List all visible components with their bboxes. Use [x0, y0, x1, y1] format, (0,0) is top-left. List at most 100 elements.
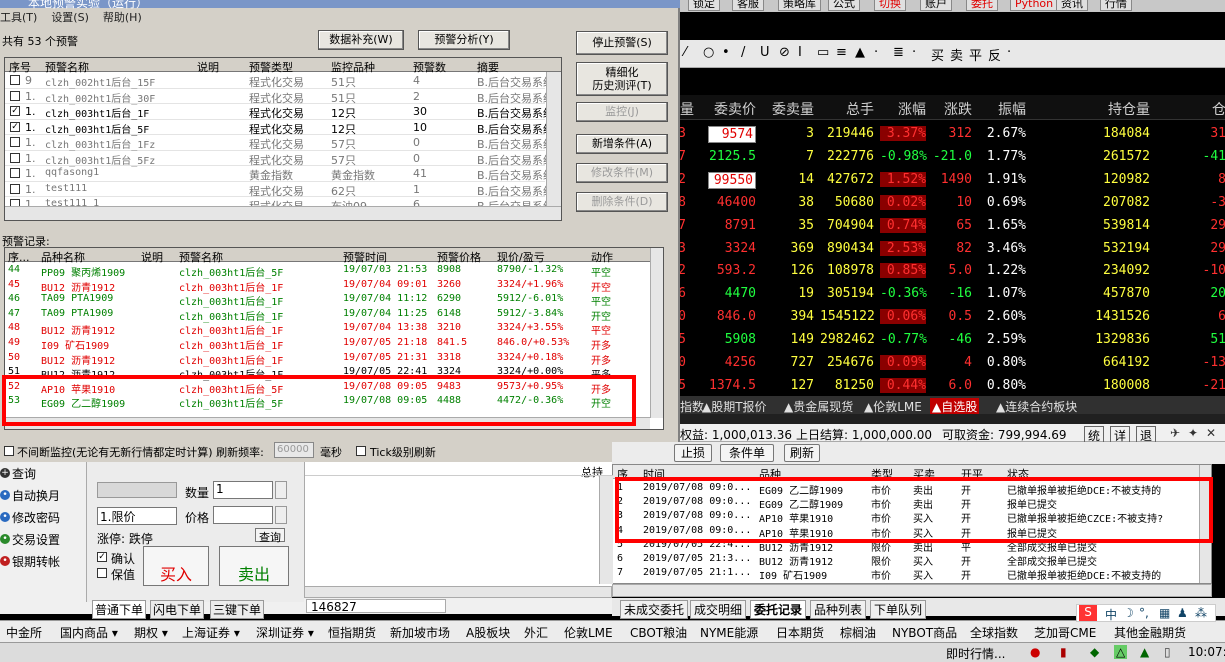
market-tab[interactable]: 恒指期货	[328, 624, 376, 641]
alert-enable-checkbox[interactable]	[10, 168, 20, 178]
top-toolbar-button[interactable]: 委托	[966, 0, 998, 11]
record-row[interactable]: 48 BU12 沥青1912 clzh_003ht1后台_1F 19/07/04 13…	[5, 321, 650, 337]
market-tab[interactable]: NYME能源	[700, 624, 758, 641]
quote-row[interactable]: 0 846.0 394 1545122 0.06% 0.5 2.60% 1431526 6	[680, 305, 1225, 328]
market-tab[interactable]: 国内商品 ▾	[60, 624, 118, 641]
left-nav-item[interactable]: + 查询	[0, 465, 86, 487]
quote-col-header[interactable]: 涨幅	[880, 99, 926, 119]
left-nav-item[interactable]: • 银期转帐	[0, 553, 86, 575]
refresh-button[interactable]: 刷新	[784, 444, 820, 462]
drawing-tool-icon[interactable]: ·	[1007, 45, 1011, 60]
top-toolbar-button[interactable]: Python	[1010, 0, 1059, 11]
drawing-tool-icon[interactable]: 卖	[950, 45, 963, 64]
price-input[interactable]	[213, 506, 273, 524]
record-row[interactable]: 49 I09 矿石1909 clzh_003ht1后台_1F 19/07/05 21:…	[5, 336, 650, 352]
ime-keyboard-icon[interactable]: ▦	[1159, 606, 1170, 620]
quote-row[interactable]: 5 1374.5 127 81250 0.44% 6.0 0.80% 180008 -21	[680, 374, 1225, 397]
market-tab[interactable]: NYBOT商品	[892, 624, 957, 641]
continuous-monitor-checkbox[interactable]	[4, 446, 14, 456]
buy-button[interactable]: 买入	[143, 546, 209, 586]
alert-enable-checkbox[interactable]: ✓	[10, 106, 20, 116]
ime-chinese-icon[interactable]: 中	[1105, 606, 1117, 623]
alert-enable-checkbox[interactable]	[10, 137, 20, 147]
position-scrollbar[interactable]	[599, 476, 613, 584]
record-row[interactable]: 50 BU12 沥青1912 clzh_003ht1后台_1F 19/07/05 21…	[5, 351, 650, 367]
order-tab[interactable]: 委托记录	[750, 600, 807, 619]
alert-enable-checkbox[interactable]: ✓	[10, 121, 20, 132]
record-icon[interactable]: ●	[1030, 645, 1040, 659]
market-tab[interactable]: 外汇	[524, 624, 548, 641]
order-type-tab[interactable]: 三键下单	[210, 600, 265, 619]
drawing-tool-icon[interactable]: ≡	[836, 45, 847, 60]
query-price-button[interactable]: 查询	[255, 528, 285, 544]
alert-list-row[interactable]: 1. qqfasong1 黄金指数 黄金指数 41 B.后台交易系统	[5, 166, 554, 182]
ime-grid-icon[interactable]: ⁂	[1195, 606, 1207, 620]
signal-icon[interactable]: ▲	[1140, 645, 1149, 659]
record-row[interactable]: 47 TA09 PTA1909 clzh_003ht1后台_1F 19/07/04 1…	[5, 307, 650, 323]
alert-list-row[interactable]: 9 clzh_002ht1后台_15F 程式化交易 51只 4 B.后台交易系统	[5, 73, 554, 89]
monitor-button[interactable]: 监控(J)	[576, 102, 668, 122]
top-toolbar-button[interactable]: 行情	[1100, 0, 1132, 11]
top-toolbar-button[interactable]: 策略库	[778, 0, 821, 11]
add-condition-button[interactable]: 新增条件(A)	[576, 134, 668, 154]
market-tab[interactable]: 中金所	[6, 624, 42, 641]
alert-list-row[interactable]: 1. clzh_003ht1后台_5Fz 程式化交易 57只 0 B.后台交易系统	[5, 151, 554, 167]
alert-list-row[interactable]: ✓ 1. clzh_003ht1后台_1F 程式化交易 12只 30 B.后台交易系统	[5, 104, 554, 120]
drawing-tool-icon[interactable]: Ⅰ	[798, 45, 802, 60]
alert-enable-checkbox[interactable]	[10, 75, 20, 85]
market-tab[interactable]: 新加坡市场	[390, 624, 450, 641]
order-row[interactable]: 6 2019/07/05 21:3... BU12 沥青1912 限价 买入开全部成交报…	[613, 552, 1211, 568]
drawing-tool-icon[interactable]: ·	[912, 45, 916, 60]
conditional-order-button[interactable]: 条件单	[720, 444, 774, 462]
alert-list-hscrollbar[interactable]	[5, 206, 561, 220]
order-hscrollbar[interactable]	[612, 584, 1212, 597]
left-nav-item[interactable]: • 修改密码	[0, 509, 86, 531]
quote-row[interactable]: 7 2125.5 7 222776 -0.98% -21.0 1.77% 261572 -41	[680, 145, 1225, 168]
drawing-tool-icon[interactable]: /	[741, 45, 745, 60]
market-tab[interactable]: 芝加哥CME	[1034, 624, 1096, 641]
quote-col-header[interactable]: 量	[680, 99, 694, 119]
quote-col-header[interactable]: 总手	[820, 99, 874, 119]
drawing-tool-icon[interactable]: ○	[703, 45, 714, 60]
market-tab[interactable]: 全球指数	[970, 624, 1018, 641]
quote-row[interactable]: 8 46400 38 50680 0.02% 10 0.69% 207082 -3	[680, 191, 1225, 214]
contract-box[interactable]	[97, 482, 177, 498]
alert-enable-checkbox[interactable]	[10, 183, 20, 194]
alert-list-row[interactable]: ✓ 1. clzh_003ht1后台_5F 程式化交易 12只 10 B.后台交易系统	[5, 120, 554, 136]
market-tab[interactable]: 日本期货	[776, 624, 824, 641]
pin-icon[interactable]: ✈	[1170, 426, 1180, 440]
stop-alert-button[interactable]: 停止预警(S)	[576, 31, 668, 55]
dialog-menu-item[interactable]: 设置(S)	[51, 11, 89, 24]
price-type-select[interactable]: 1.限价	[97, 507, 177, 525]
alert-enable-checkbox[interactable]	[10, 90, 20, 101]
order-tab[interactable]: 成交明细	[690, 600, 747, 619]
left-nav-item[interactable]: • 交易设置	[0, 531, 86, 553]
data-supplement-button[interactable]: 数据补充(W)	[318, 30, 404, 50]
drawing-tool-icon[interactable]: U	[760, 45, 770, 60]
left-nav-item[interactable]: • 自动换月	[0, 487, 86, 509]
tools-icon[interactable]: ✦	[1188, 426, 1198, 440]
alert-list-scrollbar[interactable]	[546, 72, 561, 206]
order-tab[interactable]: 下单队列	[870, 600, 927, 619]
quote-row[interactable]: 3 9574 3 219446 3.37% 312 2.67% 184084 31	[680, 122, 1225, 145]
market-tab[interactable]: 其他金融期货	[1114, 624, 1186, 641]
quote-col-header[interactable]: 振幅	[980, 99, 1026, 119]
top-toolbar-button[interactable]: 切换	[874, 0, 906, 11]
quote-tab[interactable]: 指数	[680, 398, 704, 415]
doc-icon[interactable]: ▯	[1164, 645, 1171, 659]
order-tab[interactable]: 未成交委托	[620, 600, 689, 619]
top-toolbar-button[interactable]: 客服	[732, 0, 764, 11]
drawing-tool-icon[interactable]: ▭	[817, 45, 829, 60]
sogou-ime-icon[interactable]: S	[1079, 605, 1097, 621]
price-stepper[interactable]	[275, 506, 287, 524]
quote-row[interactable]: 0 4256 727 254676 0.09% 4 0.80% 664192 -13	[680, 351, 1225, 374]
history-eval-button[interactable]: 精细化 历史测评(T)	[576, 62, 668, 96]
quote-row[interactable]: 2 593.2 126 108978 0.85% 5.0 1.22% 234092 -10	[680, 259, 1225, 282]
hedge-checkbox[interactable]	[97, 568, 107, 578]
quote-col-header[interactable]: 持仓量	[1040, 99, 1150, 119]
records-scrollbar[interactable]	[650, 248, 663, 418]
drawing-tool-icon[interactable]: •	[722, 45, 730, 60]
db-icon[interactable]: ▮	[1060, 645, 1067, 659]
drawing-tool-icon[interactable]: ⁄	[684, 45, 686, 60]
alert-list-row[interactable]: 1. clzh_002ht1后台_30F 程式化交易 51只 2 B.后台交易系统	[5, 89, 554, 105]
